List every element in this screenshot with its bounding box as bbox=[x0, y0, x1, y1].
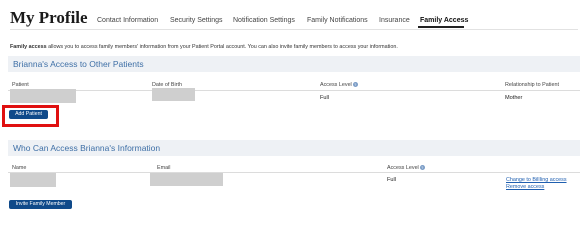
access-level-value: Full bbox=[320, 95, 330, 101]
tab-family-notifications[interactable]: Family Notifications bbox=[307, 17, 368, 24]
table-header-divider bbox=[8, 90, 580, 91]
intro-bold: Family access bbox=[10, 44, 47, 50]
page-title: My Profile bbox=[10, 8, 88, 27]
tab-contact-information[interactable]: Contact Information bbox=[97, 17, 158, 24]
family-member-email-redacted bbox=[150, 173, 223, 186]
remove-access-link[interactable]: Remove access bbox=[506, 184, 544, 190]
help-icon[interactable]: ? bbox=[352, 82, 358, 88]
section-access-to-others: Brianna's Access to Other Patients bbox=[8, 56, 580, 72]
table-header-divider-2 bbox=[8, 172, 580, 173]
tab-security-settings[interactable]: Security Settings bbox=[170, 17, 223, 24]
tab-family-access[interactable]: Family Access bbox=[420, 17, 468, 24]
section-heading-who-can-access: Who Can Access Brianna's Information bbox=[13, 143, 161, 153]
column-header-email: Email bbox=[157, 165, 171, 171]
active-tab-indicator bbox=[418, 26, 464, 28]
column-header-name: Name bbox=[12, 165, 27, 171]
family-access-level-value: Full bbox=[387, 177, 397, 183]
tab-notification-settings[interactable]: Notification Settings bbox=[233, 17, 295, 24]
date-of-birth-redacted bbox=[152, 88, 195, 101]
tabs-divider bbox=[10, 29, 578, 30]
column-header-access-level: Access Level? bbox=[320, 82, 358, 88]
column-header-relationship: Relationship to Patient bbox=[505, 82, 559, 88]
relationship-value: Mother bbox=[505, 95, 523, 101]
patient-name-redacted bbox=[10, 89, 76, 103]
column-header-patient: Patient bbox=[12, 82, 29, 88]
invite-family-member-button[interactable]: Invite Family Member bbox=[9, 200, 72, 209]
column-header-access-level-2-label: Access Level bbox=[387, 165, 419, 171]
help-icon[interactable]: ? bbox=[419, 165, 425, 171]
section-heading-access-to-others: Brianna's Access to Other Patients bbox=[13, 59, 144, 69]
family-access-intro: Family access allows you to access famil… bbox=[10, 44, 398, 50]
column-header-access-level-label: Access Level bbox=[320, 82, 352, 88]
tab-insurance[interactable]: Insurance bbox=[379, 17, 410, 24]
add-patient-button[interactable]: Add Patient bbox=[9, 110, 48, 119]
section-who-can-access: Who Can Access Brianna's Information bbox=[8, 140, 580, 156]
change-to-billing-access-link[interactable]: Change to BillIing access bbox=[506, 177, 567, 183]
family-member-name-redacted bbox=[10, 173, 56, 187]
column-header-access-level-2: Access Level? bbox=[387, 165, 425, 171]
intro-text: allows you to access family members' inf… bbox=[48, 44, 398, 50]
